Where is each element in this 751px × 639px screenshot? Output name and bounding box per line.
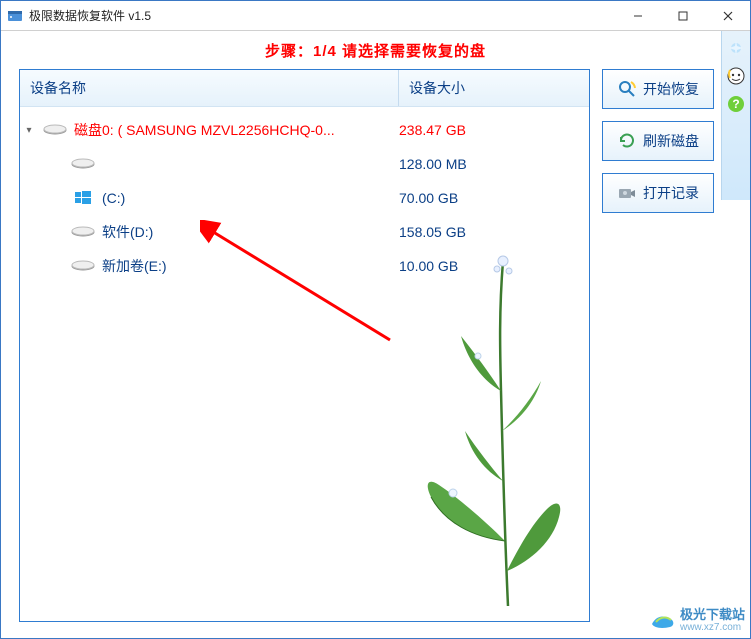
watermark-name: 极光下载站	[680, 607, 745, 622]
open-log-button[interactable]: 打开记录	[602, 173, 714, 213]
device-panel: 设备名称 设备大小 ▾ 磁盘0: ( SAMSUNG MZVL2256HCHQ-…	[19, 69, 590, 622]
device-row-partition-1[interactable]: 128.00 MB	[20, 147, 589, 181]
device-size: 70.00 GB	[399, 190, 589, 206]
device-size: 158.05 GB	[399, 224, 589, 240]
device-label: 新加卷(E:)	[102, 256, 399, 276]
maximize-button[interactable]	[660, 1, 705, 30]
device-size: 238.47 GB	[399, 122, 589, 138]
device-row-d[interactable]: 软件(D:) 158.05 GB	[20, 215, 589, 249]
app-window: 极限数据恢复软件 v1.5 ? 步骤：1/4 请选择需要恢复的盘 设备名称 设备…	[0, 0, 751, 639]
column-device-size[interactable]: 设备大小	[399, 70, 589, 106]
camera-icon	[617, 183, 637, 203]
app-icon	[7, 8, 23, 24]
hdd-icon	[70, 224, 96, 240]
device-header: 设备名称 设备大小	[20, 70, 589, 107]
plant-decoration	[413, 241, 563, 611]
watermark: 极光下载站 www.xz7.com	[650, 604, 745, 633]
refresh-disks-button[interactable]: 刷新磁盘	[602, 121, 714, 161]
magnifier-icon	[617, 79, 637, 99]
hdd-icon	[70, 156, 96, 172]
actions-column: 开始恢复 刷新磁盘 打开记录	[602, 69, 714, 622]
step-banner: 步骤：1/4 请选择需要恢复的盘	[1, 31, 750, 69]
hdd-icon	[70, 258, 96, 274]
chevron-down-icon[interactable]: ▾	[20, 125, 38, 136]
window-title: 极限数据恢复软件 v1.5	[29, 7, 615, 24]
column-device-name[interactable]: 设备名称	[20, 70, 398, 106]
device-size: 10.00 GB	[399, 258, 589, 274]
titlebar: 极限数据恢复软件 v1.5	[1, 1, 750, 31]
sparkle-icon	[725, 37, 747, 59]
windows-volume-icon	[70, 190, 96, 206]
device-row-e[interactable]: 新加卷(E:) 10.00 GB	[20, 249, 589, 283]
device-label: (C:)	[102, 190, 399, 206]
device-size: 128.00 MB	[399, 156, 589, 172]
watermark-icon	[650, 606, 676, 632]
hdd-icon	[42, 122, 68, 138]
start-recovery-button[interactable]: 开始恢复	[602, 69, 714, 109]
button-label: 开始恢复	[643, 79, 699, 99]
refresh-icon	[617, 131, 637, 151]
main-area: 设备名称 设备大小 ▾ 磁盘0: ( SAMSUNG MZVL2256HCHQ-…	[1, 69, 750, 638]
device-label: 磁盘0: ( SAMSUNG MZVL2256HCHQ-0...	[74, 120, 399, 140]
device-row-disk0[interactable]: ▾ 磁盘0: ( SAMSUNG MZVL2256HCHQ-0... 238.4…	[20, 113, 589, 147]
device-tree: ▾ 磁盘0: ( SAMSUNG MZVL2256HCHQ-0... 238.4…	[20, 107, 589, 289]
minimize-button[interactable]	[615, 1, 660, 30]
button-label: 打开记录	[643, 183, 699, 203]
device-label: 软件(D:)	[102, 222, 399, 242]
device-row-c[interactable]: (C:) 70.00 GB	[20, 181, 589, 215]
window-controls	[615, 1, 750, 30]
watermark-url: www.xz7.com	[680, 623, 745, 633]
button-label: 刷新磁盘	[643, 131, 699, 151]
close-button[interactable]	[705, 1, 750, 30]
